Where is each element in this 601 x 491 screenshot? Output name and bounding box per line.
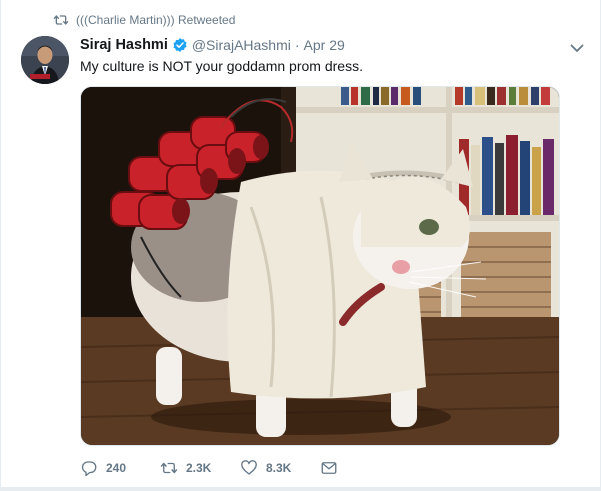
- retweet-icon: [160, 462, 178, 474]
- tweet-actions: 240 2.3K 8.3K: [80, 458, 346, 478]
- reply-icon: [81, 461, 97, 477]
- retweet-count: 2.3K: [186, 461, 212, 475]
- avatar-image: [21, 36, 69, 84]
- tweet-photo[interactable]: [80, 86, 560, 446]
- tweet-text: My culture is NOT your goddamn prom dres…: [80, 58, 363, 74]
- tweet-card[interactable]: (((Charlie Martin))) Retweeted Siraj Has…: [0, 0, 601, 488]
- separator-dot: ·: [294, 37, 300, 53]
- author-name[interactable]: Siraj Hashmi: [80, 36, 168, 54]
- retweet-context[interactable]: (((Charlie Martin))) Retweeted: [53, 10, 235, 30]
- avatar[interactable]: [21, 36, 69, 84]
- tweet-header: Siraj Hashmi @SirajAHashmi · Apr 29: [80, 36, 345, 54]
- author-handle[interactable]: @SirajAHashmi: [192, 36, 291, 54]
- verified-badge-icon: [173, 38, 187, 52]
- reply-count: 240: [106, 461, 127, 475]
- retweet-button[interactable]: 2.3K: [160, 459, 240, 477]
- heart-icon: [241, 460, 257, 475]
- cat-costume-photo: [81, 87, 559, 445]
- retweet-icon: [53, 15, 69, 25]
- reply-button[interactable]: 240: [80, 459, 160, 477]
- tweet-date[interactable]: Apr 29: [304, 36, 345, 54]
- retweet-context-text[interactable]: (((Charlie Martin))) Retweeted: [76, 13, 235, 27]
- chevron-down-icon[interactable]: [569, 40, 585, 56]
- envelope-icon: [321, 462, 337, 474]
- direct-message-button[interactable]: [320, 459, 346, 477]
- like-button[interactable]: 8.3K: [240, 459, 320, 477]
- like-count: 8.3K: [266, 461, 292, 475]
